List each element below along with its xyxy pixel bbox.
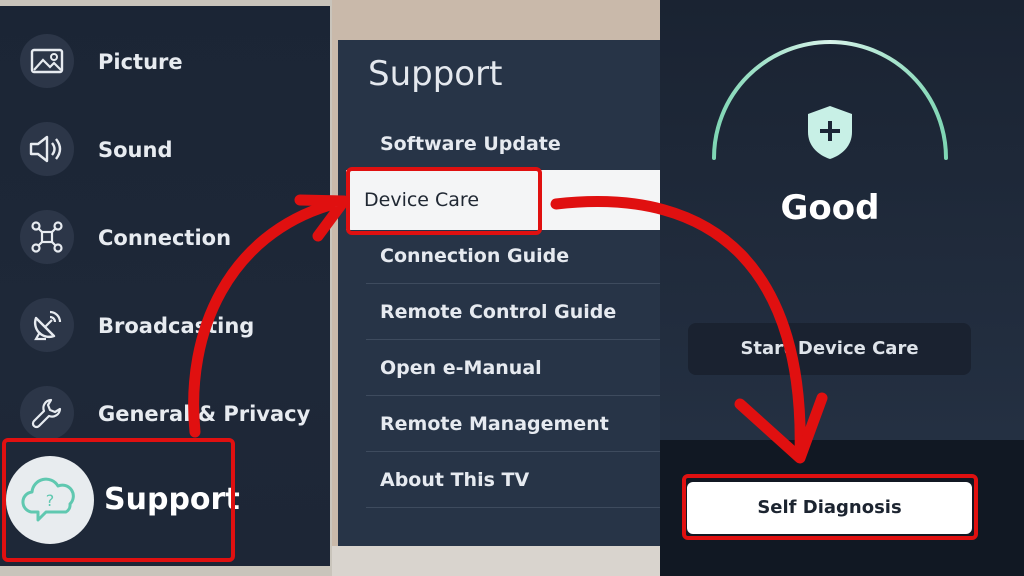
- support-item-software-update[interactable]: Software Update: [366, 116, 660, 172]
- support-panel: Support Software Update Device Care Conn…: [332, 0, 660, 576]
- support-title: Support: [368, 54, 503, 94]
- wrench-icon: [20, 386, 74, 440]
- menu-label: Sound: [98, 138, 173, 162]
- menu-item-sound[interactable]: Sound: [0, 110, 330, 190]
- menu-label: Picture: [98, 50, 183, 74]
- support-item-remote-control-guide[interactable]: Remote Control Guide: [366, 284, 660, 340]
- device-care-panel: Good Start Device Care Self Diagnosis: [660, 0, 1024, 576]
- menu-label: Broadcasting: [98, 314, 255, 338]
- highlight-box-device-care: [346, 167, 542, 235]
- settings-panel: Picture Sound Connection Broadcasting Ge…: [0, 0, 332, 576]
- highlight-box-support: [2, 438, 235, 562]
- menu-label: Connection: [98, 226, 232, 250]
- wall-background: [332, 546, 660, 576]
- device-status-label: Good: [780, 188, 880, 228]
- menu-item-picture[interactable]: Picture: [0, 22, 330, 102]
- network-icon: [20, 210, 74, 264]
- menu-item-connection[interactable]: Connection: [0, 198, 330, 278]
- start-device-care-button[interactable]: Start Device Care: [688, 323, 971, 375]
- support-item-open-e-manual[interactable]: Open e-Manual: [366, 340, 660, 396]
- support-item-about-this-tv[interactable]: About This TV: [366, 452, 660, 508]
- speaker-icon: [20, 122, 74, 176]
- support-item-remote-management[interactable]: Remote Management: [366, 396, 660, 452]
- support-item-connection-guide[interactable]: Connection Guide: [366, 228, 660, 284]
- shield-plus-icon: [808, 106, 852, 159]
- satellite-dish-icon: [20, 298, 74, 352]
- menu-item-broadcasting[interactable]: Broadcasting: [0, 286, 330, 366]
- highlight-box-self-diagnosis: [682, 474, 978, 540]
- picture-icon: [20, 34, 74, 88]
